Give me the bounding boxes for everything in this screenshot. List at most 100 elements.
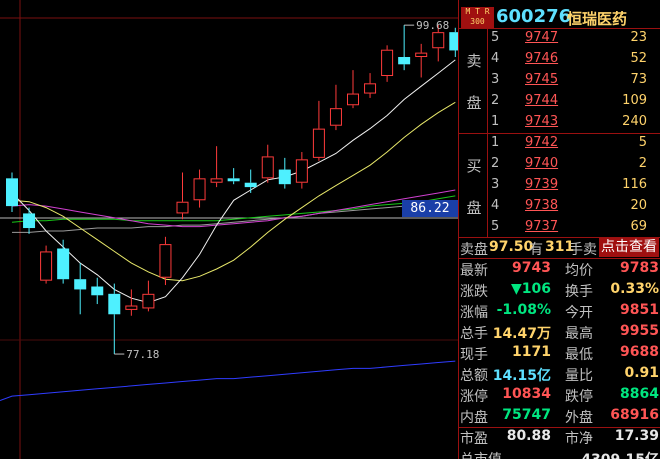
stat-value: -1.08% [496, 302, 551, 318]
high-price-label: 99.68 [416, 19, 449, 32]
stat-label: 外盘 [565, 410, 593, 426]
cursor-price-label: 86.22 [402, 200, 458, 217]
ma-magenta-line [11, 189, 456, 228]
stat-value: 14.15亿 [492, 368, 551, 384]
order-level: 4 [491, 51, 500, 66]
order-price: 9747 [525, 30, 559, 45]
stat-value: 9743 [512, 260, 551, 276]
stat-label: 市净 [565, 431, 593, 447]
order-price: 9737 [525, 219, 559, 234]
divider [459, 427, 660, 428]
order-level: 2 [491, 93, 500, 108]
order-price: 9745 [525, 72, 559, 87]
stat-value: 8864 [620, 386, 659, 402]
stat-value: ▼106 [511, 281, 551, 297]
stat-label: 最低 [565, 347, 593, 363]
stock-name[interactable]: 恒瑞医药 [567, 8, 627, 29]
sell-order-row[interactable]: 3 9745 73 [489, 70, 659, 91]
candle-body [74, 279, 87, 290]
stat-row: 市盈 80.88 市净 17.39 [459, 427, 660, 448]
candle-body [91, 286, 104, 296]
order-price: 9739 [525, 177, 559, 192]
candle-body [193, 178, 206, 201]
stat-value: 9783 [620, 260, 659, 276]
order-price: 9738 [525, 198, 559, 213]
candle-body [125, 305, 138, 310]
buy-order-row[interactable]: 4 9738 20 [489, 196, 659, 217]
order-price: 9746 [525, 51, 559, 66]
candle-body [261, 156, 274, 179]
kline-chart[interactable]: 99.68 77.18 86.22 [0, 0, 458, 459]
sell-order-row[interactable]: 1 9743 240 [489, 112, 659, 133]
candle-body [227, 178, 240, 182]
order-volume: 109 [622, 93, 647, 108]
stat-value: 9955 [620, 323, 659, 339]
order-price: 9742 [525, 135, 559, 150]
badge-line-2: 300 [470, 17, 485, 26]
candle-body [142, 293, 155, 309]
candle-body [398, 57, 411, 65]
stat-value: 9851 [620, 302, 659, 318]
stat-label: 最新 [460, 263, 488, 279]
stat-label: 市盈 [460, 431, 488, 447]
order-price: 9743 [525, 114, 559, 129]
stat-label: 换手 [565, 284, 593, 300]
stat-value: 17.39 [614, 428, 659, 444]
stat-label: 今开 [565, 305, 593, 321]
stat-value: 80.88 [506, 428, 551, 444]
buy-order-row[interactable]: 3 9739 116 [489, 175, 659, 196]
ma-yellow-line [11, 101, 456, 282]
stat-value: 14.47万 [492, 326, 551, 342]
panel-header: M T R 300 600276 恒瑞医药 [459, 4, 660, 28]
order-price: 9744 [525, 93, 559, 108]
order-level: 1 [491, 114, 500, 129]
order-level: 1 [491, 135, 500, 150]
candle-body [449, 32, 458, 51]
tape-suffix: 手卖 [569, 242, 597, 258]
buy-order-row[interactable]: 1 9742 5 [489, 133, 659, 154]
stat-row: 最新 9743 均价 9783 [459, 259, 660, 280]
order-volume: 240 [622, 114, 647, 129]
market-badge: M T R 300 [461, 7, 494, 28]
candle-body [40, 251, 53, 281]
sell-order-row[interactable]: 5 9747 23 [489, 28, 659, 49]
stat-row: 内盘 75747 外盘 68916 [459, 406, 660, 427]
tape-row: 卖盘 97.50 有 311 手卖 点击查看 [459, 238, 660, 258]
buy-order-row[interactable]: 5 9737 69 [489, 217, 659, 238]
stat-value: 4309.15亿 [581, 449, 659, 459]
order-volume: 69 [630, 219, 647, 234]
candle-body [6, 178, 18, 207]
tape-price: 97.50 [489, 239, 534, 255]
stat-value: 1171 [512, 344, 551, 360]
stat-label: 总额 [460, 368, 488, 384]
stat-label: 总手 [460, 326, 488, 342]
stat-value: 10834 [502, 386, 551, 402]
tape-mid: 有 [529, 242, 543, 258]
stat-label: 量比 [565, 368, 593, 384]
stat-row: 涨跌 ▼106 换手 0.33% [459, 280, 660, 301]
order-price: 9740 [525, 156, 559, 171]
stock-code[interactable]: 600276 [496, 6, 571, 27]
stat-row: 总手 14.47万 最高 9955 [459, 322, 660, 343]
order-volume: 73 [630, 72, 647, 87]
candlestick-svg[interactable]: 99.68 77.18 [0, 0, 458, 459]
order-level: 3 [491, 177, 500, 192]
stat-value: 68916 [610, 407, 659, 423]
order-level: 2 [491, 156, 500, 171]
buy-order-row[interactable]: 2 9740 2 [489, 154, 659, 175]
stat-row: 总额 14.15亿 量比 0.91 [459, 364, 660, 385]
sell-order-row[interactable]: 4 9746 52 [489, 49, 659, 70]
candle-body [415, 52, 428, 58]
stat-value: 0.33% [610, 281, 659, 297]
candle-body [329, 108, 342, 126]
order-level: 5 [491, 219, 500, 234]
stat-value: 9688 [620, 344, 659, 360]
sell-order-row[interactable]: 2 9744 109 [489, 91, 659, 112]
order-volume: 23 [630, 30, 647, 45]
order-volume: 116 [622, 177, 647, 192]
stat-row: 涨幅 -1.08% 今开 9851 [459, 301, 660, 322]
candle-body [23, 213, 36, 229]
click-view-button[interactable]: 点击查看 [599, 238, 659, 257]
candle-body [57, 248, 70, 280]
stat-label: 总市值 [460, 449, 502, 459]
